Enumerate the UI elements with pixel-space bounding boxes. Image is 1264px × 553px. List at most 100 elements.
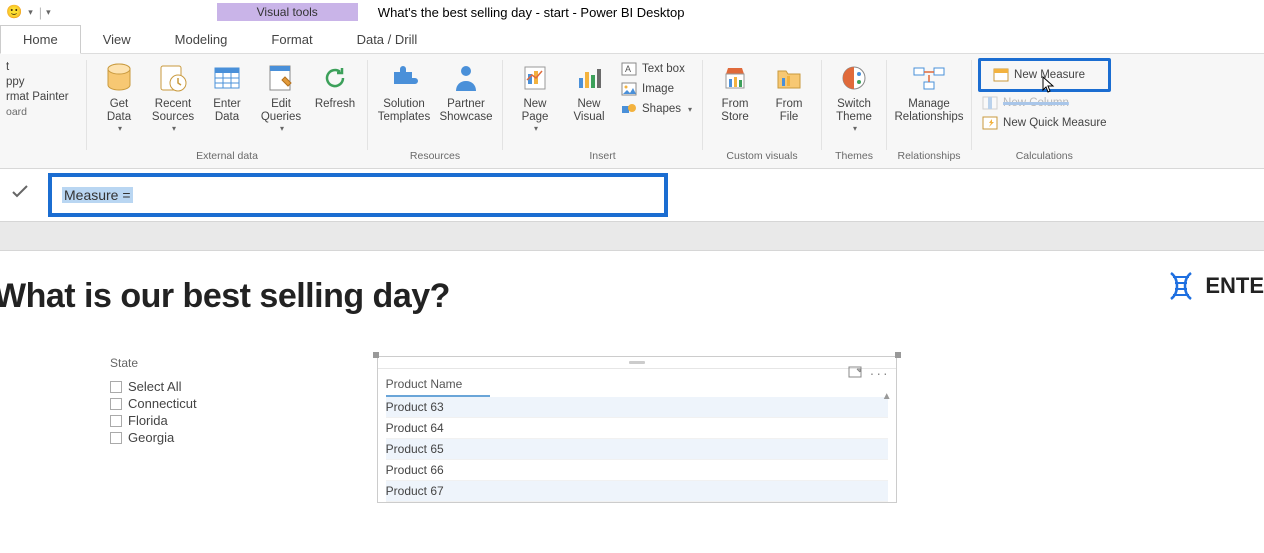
cut-button[interactable]: t [6, 60, 86, 74]
table-row[interactable]: Product 66 [386, 460, 888, 481]
new-measure-button[interactable]: New Measure [978, 58, 1111, 92]
quick-measure-icon [982, 115, 998, 131]
edit-queries-button[interactable]: Edit Queries▾ [255, 56, 307, 134]
group-label-external: External data [93, 148, 361, 166]
tab-data-drill[interactable]: Data / Drill [335, 26, 440, 53]
manage-relationships-label: Manage Relationships [895, 98, 964, 124]
svg-text:A: A [625, 64, 631, 74]
enter-data-button[interactable]: Enter Data [201, 56, 253, 124]
enter-data-icon [213, 60, 241, 96]
checkbox-icon[interactable] [110, 432, 122, 444]
recent-sources-icon [158, 60, 188, 96]
folder-icon [775, 60, 803, 96]
image-button[interactable]: Image [617, 80, 696, 98]
new-quick-measure-button[interactable]: New Quick Measure [978, 114, 1111, 132]
new-page-label: New Page [522, 98, 549, 124]
table-header-product-name[interactable]: Product Name [386, 375, 490, 397]
state-slicer[interactable]: State Select All Connecticut Florida Geo… [110, 356, 197, 503]
checkbox-icon[interactable] [110, 381, 122, 393]
formula-commit-icon[interactable] [0, 173, 40, 204]
text-box-label: Text box [642, 63, 685, 75]
recent-sources-button[interactable]: Recent Sources▾ [147, 56, 199, 134]
tab-modeling[interactable]: Modeling [153, 26, 250, 53]
edit-queries-label: Edit Queries [261, 98, 301, 124]
copy-button[interactable]: ppy [6, 75, 86, 89]
smiley-icon[interactable]: 🙂 [6, 4, 22, 20]
ribbon-tabs: Home View Modeling Format Data / Drill [0, 24, 1264, 54]
store-icon [721, 60, 749, 96]
tab-format[interactable]: Format [249, 26, 334, 53]
quick-access-toolbar: 🙂 ▾ | ▾ [0, 4, 57, 20]
resize-handle-icon[interactable] [373, 352, 379, 358]
switch-theme-button[interactable]: Switch Theme▾ [828, 56, 880, 134]
group-insert: New Page▾ New Visual A Text box Image [503, 54, 702, 168]
qat-overflow-icon[interactable]: ▾ [46, 7, 51, 18]
manage-relationships-button[interactable]: Manage Relationships [893, 56, 965, 124]
brand-text: ENTE [1205, 273, 1264, 299]
group-label-clipboard: oard [6, 104, 80, 122]
report-canvas: What is our best selling day? ENTE State… [0, 251, 1264, 503]
product-table-visual[interactable]: ··· ▲ Product Name Product 63 Product 64… [377, 356, 897, 503]
refresh-button[interactable]: Refresh [309, 56, 361, 111]
slicer-item-select-all[interactable]: Select All [110, 378, 197, 395]
text-box-button[interactable]: A Text box [617, 60, 696, 78]
new-column-button[interactable]: New Column [978, 94, 1111, 112]
resize-handle-icon[interactable] [895, 352, 901, 358]
group-external-data: Get Data▾ Recent Sources▾ Enter Data Edi… [87, 54, 367, 168]
qat-sep: | [39, 5, 42, 20]
from-file-button[interactable]: From File [763, 56, 815, 124]
refresh-label: Refresh [315, 98, 355, 111]
partner-showcase-button[interactable]: Partner Showcase [436, 56, 496, 124]
page-title: What is our best selling day? [0, 277, 1264, 316]
group-label-custom: Custom visuals [709, 148, 815, 166]
slicer-item-label: Select All [128, 379, 181, 394]
new-page-button[interactable]: New Page▾ [509, 56, 561, 134]
ribbon: t ppy rmat Painter oard Get Data▾ Recent… [0, 54, 1264, 169]
new-measure-label: New Measure [1014, 69, 1085, 81]
formula-input[interactable]: Measure = [48, 173, 668, 217]
table-row[interactable]: Product 63 [386, 397, 888, 418]
image-label: Image [642, 83, 674, 95]
recent-sources-label: Recent Sources [152, 98, 194, 124]
scroll-up-icon[interactable]: ▲ [882, 391, 892, 402]
slicer-item-georgia[interactable]: Georgia [110, 429, 197, 446]
checkbox-icon[interactable] [110, 398, 122, 410]
table-row[interactable]: Product 65 [386, 439, 888, 460]
new-visual-label: New Visual [573, 98, 604, 124]
from-file-label: From File [776, 98, 803, 124]
from-store-button[interactable]: From Store [709, 56, 761, 124]
tab-view[interactable]: View [81, 26, 153, 53]
partner-showcase-label: Partner Showcase [439, 98, 492, 124]
slicer-item-label: Florida [128, 413, 168, 428]
qat-dropdown-icon[interactable]: ▾ [26, 7, 35, 18]
get-data-button[interactable]: Get Data▾ [93, 56, 145, 134]
title-bar: 🙂 ▾ | ▾ Visual tools What's the best sel… [0, 0, 1264, 24]
canvas-gray-bar [0, 221, 1264, 251]
new-visual-button[interactable]: New Visual [563, 56, 615, 124]
group-calculations: New Measure New Column New Quick Measure… [972, 54, 1117, 168]
relationships-icon [912, 60, 946, 96]
slicer-item-connecticut[interactable]: Connecticut [110, 395, 197, 412]
column-icon [982, 95, 998, 111]
solution-templates-button[interactable]: Solution Templates [374, 56, 434, 124]
formula-text: Measure = [62, 187, 133, 203]
slicer-item-florida[interactable]: Florida [110, 412, 197, 429]
person-icon [453, 60, 479, 96]
textbox-icon: A [621, 61, 637, 77]
shapes-button[interactable]: Shapes▾ [617, 100, 696, 118]
puzzle-icon [389, 60, 419, 96]
contextual-tab-visual-tools[interactable]: Visual tools [217, 3, 358, 21]
table-row[interactable]: Product 64 [386, 418, 888, 439]
new-quick-measure-label: New Quick Measure [1003, 117, 1107, 129]
table-row[interactable]: Product 67 [386, 481, 888, 502]
format-painter-button[interactable]: rmat Painter [6, 90, 86, 104]
visual-drag-bar[interactable] [378, 357, 896, 369]
tab-home[interactable]: Home [0, 25, 81, 54]
checkbox-icon[interactable] [110, 415, 122, 427]
enter-data-label: Enter Data [213, 98, 241, 124]
document-title: What's the best selling day - start - Po… [378, 5, 685, 20]
group-custom-visuals: From Store From File Custom visuals [703, 54, 821, 168]
group-themes: Switch Theme▾ Themes [822, 54, 886, 168]
new-column-label: New Column [1003, 97, 1069, 109]
solution-templates-label: Solution Templates [378, 98, 430, 124]
